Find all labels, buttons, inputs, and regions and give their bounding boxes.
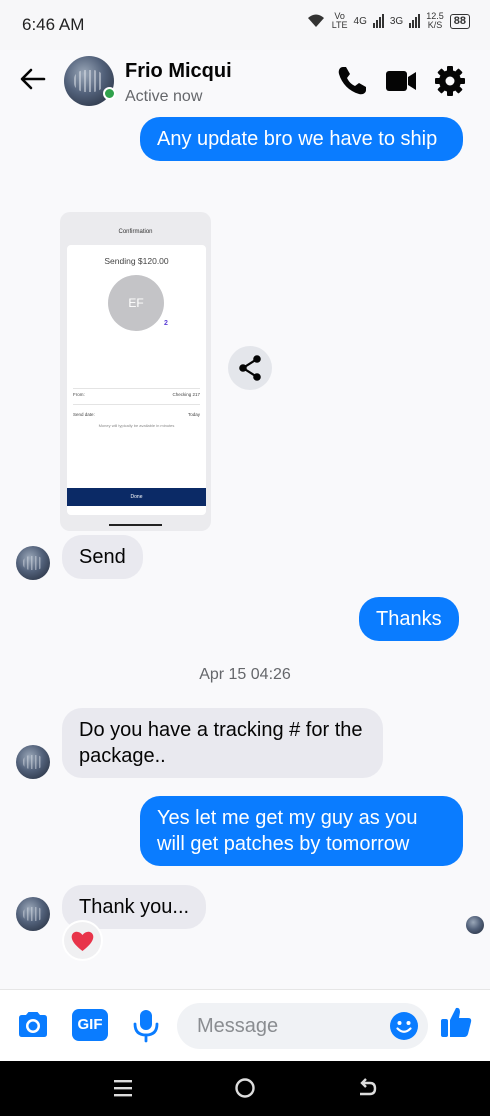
contact-name[interactable]: Frio Micqui: [125, 60, 232, 83]
camera-icon[interactable]: [15, 1007, 51, 1043]
settings-gear-icon[interactable]: [433, 64, 467, 98]
network-3g: 3G: [389, 15, 404, 27]
message-input[interactable]: [197, 1003, 382, 1049]
thumbs-up-icon[interactable]: [438, 1004, 474, 1040]
sender-avatar[interactable]: [16, 546, 50, 580]
microphone-icon[interactable]: [128, 1007, 164, 1043]
status-icons: Vo LTE 4G 3G 12.5 K/S 88: [306, 12, 470, 30]
back-arrow-icon[interactable]: [18, 64, 48, 94]
online-indicator: [103, 87, 116, 100]
home-indicator: [109, 524, 162, 526]
message-outgoing[interactable]: Thanks: [359, 597, 459, 641]
divider: [73, 388, 200, 389]
message-incoming[interactable]: Send: [62, 535, 143, 579]
sender-avatar[interactable]: [16, 745, 50, 779]
volte-indicator: Vo LTE: [331, 11, 348, 30]
system-navigation-bar: [0, 1061, 490, 1116]
send-date-row: Send date: Today: [73, 412, 200, 417]
recipient-initials: EF: [108, 275, 164, 331]
seen-indicator-avatar: [466, 916, 484, 934]
screenshot-card: Sending $120.00 EF 2 From: Checking 217 S…: [67, 245, 206, 515]
message-timestamp: Apr 15 04:26: [199, 666, 291, 683]
message-composer: GIF: [0, 989, 490, 1061]
from-row: From: Checking 217: [73, 392, 200, 397]
network-4g: 4G: [353, 15, 367, 27]
heart-reaction[interactable]: [64, 922, 101, 959]
wifi-icon: [307, 14, 324, 27]
data-speed: 12.5 K/S: [426, 11, 444, 30]
battery-icon: 88: [449, 13, 470, 29]
phone-call-icon[interactable]: [335, 64, 369, 98]
home-button-icon[interactable]: [232, 1075, 258, 1101]
back-button-icon[interactable]: [354, 1075, 380, 1101]
status-bar: 6:46 AM Vo LTE 4G 3G 12.5 K/S 88: [0, 0, 490, 50]
chat-header: Frio Micqui Active now: [0, 50, 490, 114]
message-outgoing[interactable]: Any update bro we have to ship: [140, 117, 463, 161]
signal-icon: [372, 14, 384, 28]
screenshot-amount: Sending $120.00: [104, 256, 169, 266]
availability-note: Money will typically be available in min…: [98, 423, 175, 428]
status-time: 6:46 AM: [22, 15, 85, 34]
screenshot-title: Confirmation: [118, 229, 153, 235]
sender-avatar[interactable]: [16, 897, 50, 931]
payment-screenshot-image[interactable]: Confirmation Sending $120.00 EF 2 From: C…: [60, 212, 211, 531]
message-incoming[interactable]: Do you have a tracking # for the package…: [62, 708, 383, 778]
message-outgoing[interactable]: Yes let me get my guy as you will get pa…: [140, 796, 463, 866]
divider: [73, 404, 200, 405]
recent-apps-icon[interactable]: [110, 1075, 136, 1101]
video-call-icon[interactable]: [384, 64, 418, 98]
message-input-container[interactable]: [177, 1003, 428, 1049]
emoji-icon[interactable]: [389, 1011, 419, 1041]
signal-icon-2: [409, 14, 421, 28]
share-icon: [239, 355, 261, 381]
recipient-badge: 2: [160, 318, 172, 330]
active-status: Active now: [125, 88, 203, 105]
share-button[interactable]: [228, 346, 272, 390]
screenshot-done-button: Done: [67, 488, 206, 506]
gif-button[interactable]: GIF: [72, 1009, 108, 1041]
heart-icon: [71, 931, 94, 951]
